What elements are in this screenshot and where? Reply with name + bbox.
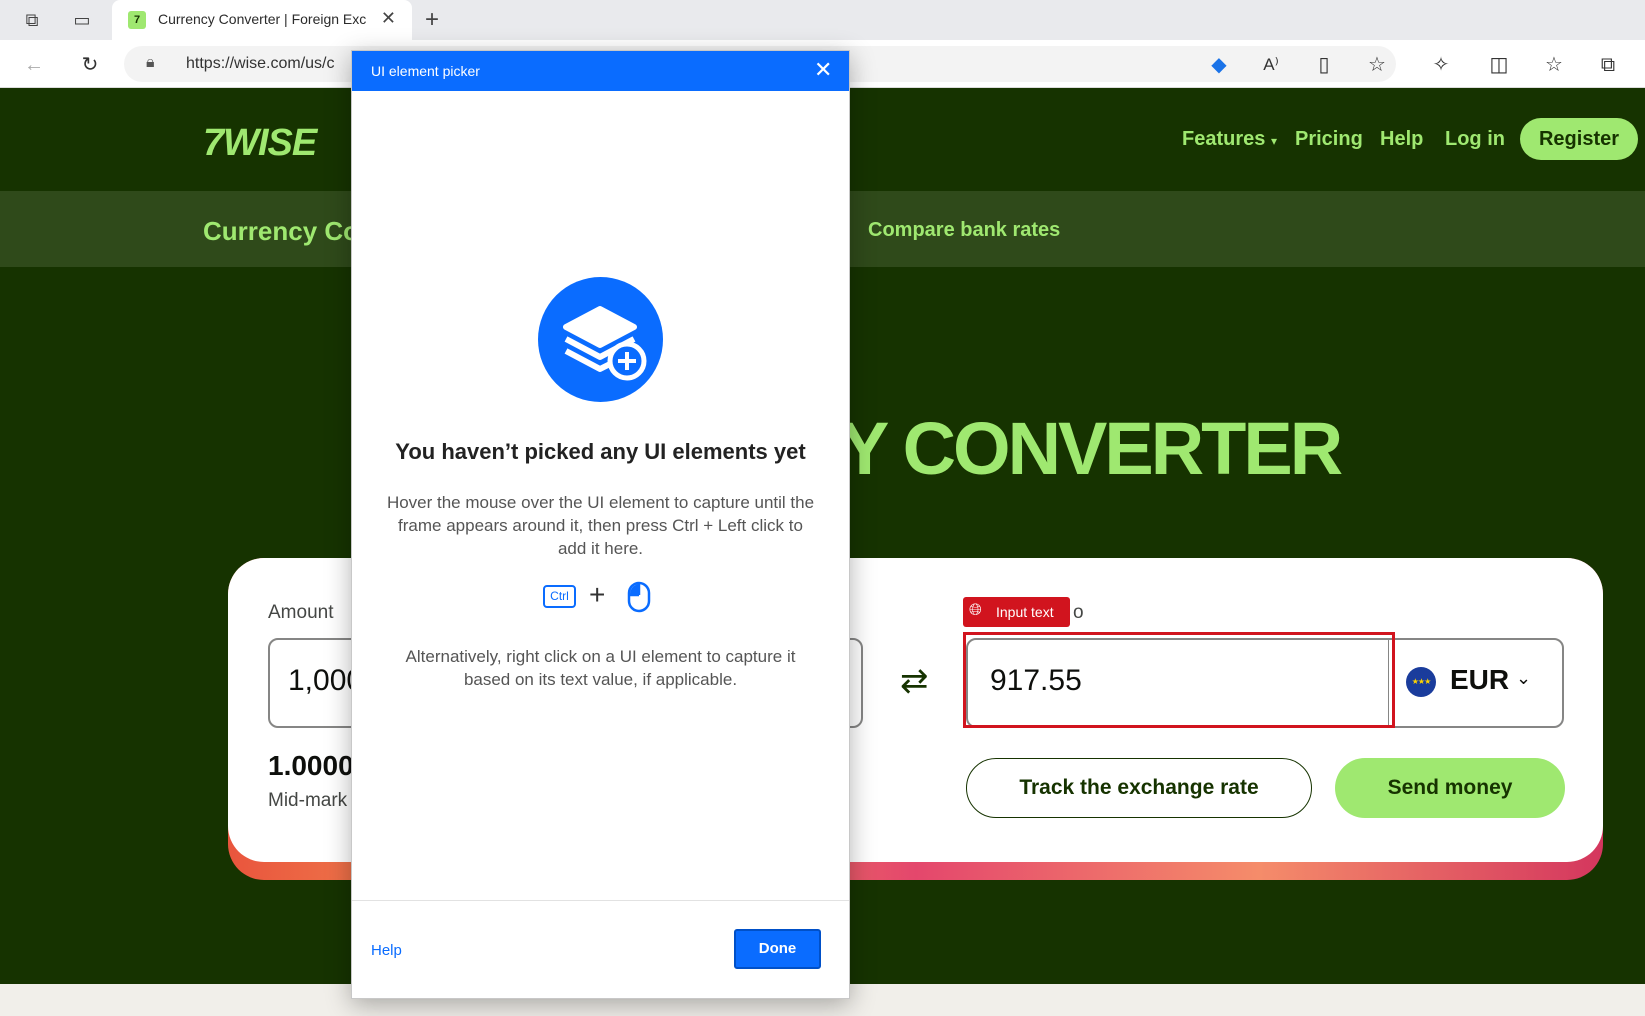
back-arrow-icon[interactable]: ←	[20, 51, 48, 79]
nav-features[interactable]: Features ▾	[1182, 128, 1277, 151]
converted-to-label: o	[1073, 602, 1084, 623]
favorite-star-icon[interactable]: ☆	[1363, 51, 1391, 79]
vertical-tabs-icon[interactable]: ▭	[70, 8, 94, 32]
tab-bar: ⧉ ▭ 7 Currency Converter | Foreign Exc ✕…	[0, 0, 1645, 40]
nav-help[interactable]: Help	[1380, 128, 1423, 151]
collections-icon[interactable]: ⧉	[1594, 51, 1622, 79]
nav-login[interactable]: Log in	[1445, 128, 1505, 151]
picker-highlight-frame	[963, 632, 1395, 728]
globe-icon: 🌐︎	[969, 602, 982, 619]
shortcut-hint: Ctrl +	[543, 579, 663, 618]
register-button[interactable]: Register	[1520, 118, 1638, 160]
wise-logo[interactable]: 7WISE	[203, 122, 317, 165]
lock-icon[interactable]: 🔒︎	[146, 54, 155, 72]
compare-bank-rates-link[interactable]: Compare bank rates	[868, 219, 1060, 242]
plus-icon: +	[589, 579, 606, 610]
workspaces-icon[interactable]: ⧉	[20, 8, 44, 32]
subnav-title[interactable]: Currency Co	[203, 216, 359, 247]
dialog-done-button[interactable]: Done	[734, 929, 821, 969]
new-tab-icon[interactable]: +	[420, 8, 444, 32]
caret-down-icon: ▾	[1270, 134, 1277, 148]
dialog-help-link[interactable]: Help	[371, 942, 402, 959]
dialog-heading: You haven’t picked any UI elements yet	[395, 439, 806, 464]
ui-element-picker-dialog: UI element picker ✕ You haven’t picked a…	[351, 50, 850, 999]
favorites-icon[interactable]: ☆	[1540, 51, 1568, 79]
picker-highlight-tag: 🌐︎ Input text	[963, 597, 1070, 627]
exchange-rate: 1.0000	[268, 750, 354, 781]
dialog-close-icon[interactable]: ✕	[814, 57, 832, 83]
shopping-tag-icon[interactable]: ◆	[1205, 51, 1233, 79]
nav-features-label: Features	[1182, 128, 1266, 150]
send-money-button[interactable]: Send money	[1335, 758, 1565, 818]
tab-close-icon[interactable]: ✕	[381, 8, 396, 29]
ctrl-key-icon: Ctrl	[543, 585, 576, 608]
tab-currency-converter[interactable]: 7 Currency Converter | Foreign Exc ✕	[112, 0, 412, 40]
dialog-footer-divider	[352, 900, 849, 901]
refresh-icon[interactable]: ↻	[76, 51, 104, 79]
target-currency-code[interactable]: EUR	[1450, 664, 1509, 696]
url-text: https://wise.com/us/c	[186, 55, 335, 72]
track-exchange-rate-button[interactable]: Track the exchange rate	[966, 758, 1312, 818]
chevron-down-icon[interactable]: ⌄	[1516, 668, 1531, 689]
split-screen-icon[interactable]: ◫	[1485, 51, 1513, 79]
dialog-title: UI element picker	[371, 63, 480, 79]
page-heading: Y CONVERTER	[840, 407, 1343, 490]
nav-pricing[interactable]: Pricing	[1295, 128, 1363, 151]
read-aloud-icon[interactable]: A⁾	[1257, 51, 1285, 79]
immersive-reader-icon[interactable]: ▯	[1310, 51, 1338, 79]
eu-flag-icon: ★★★	[1406, 667, 1436, 697]
dialog-alternative-text: Alternatively, right click on a UI eleme…	[405, 647, 796, 689]
dialog-instruction: Hover the mouse over the UI element to c…	[386, 493, 815, 558]
extensions-icon[interactable]: ✧	[1427, 51, 1455, 79]
mid-market-label: Mid-mark	[268, 790, 348, 811]
mouse-left-click-icon	[627, 581, 651, 618]
wise-favicon-icon: 7	[128, 11, 146, 29]
swap-currencies-icon[interactable]: ⇄	[900, 661, 929, 701]
picker-highlight-label: Input text	[996, 604, 1054, 620]
layers-add-icon	[538, 277, 663, 402]
tab-title: Currency Converter | Foreign Exc	[158, 11, 367, 27]
amount-label: Amount	[268, 602, 334, 623]
dialog-header: UI element picker ✕	[352, 51, 849, 91]
